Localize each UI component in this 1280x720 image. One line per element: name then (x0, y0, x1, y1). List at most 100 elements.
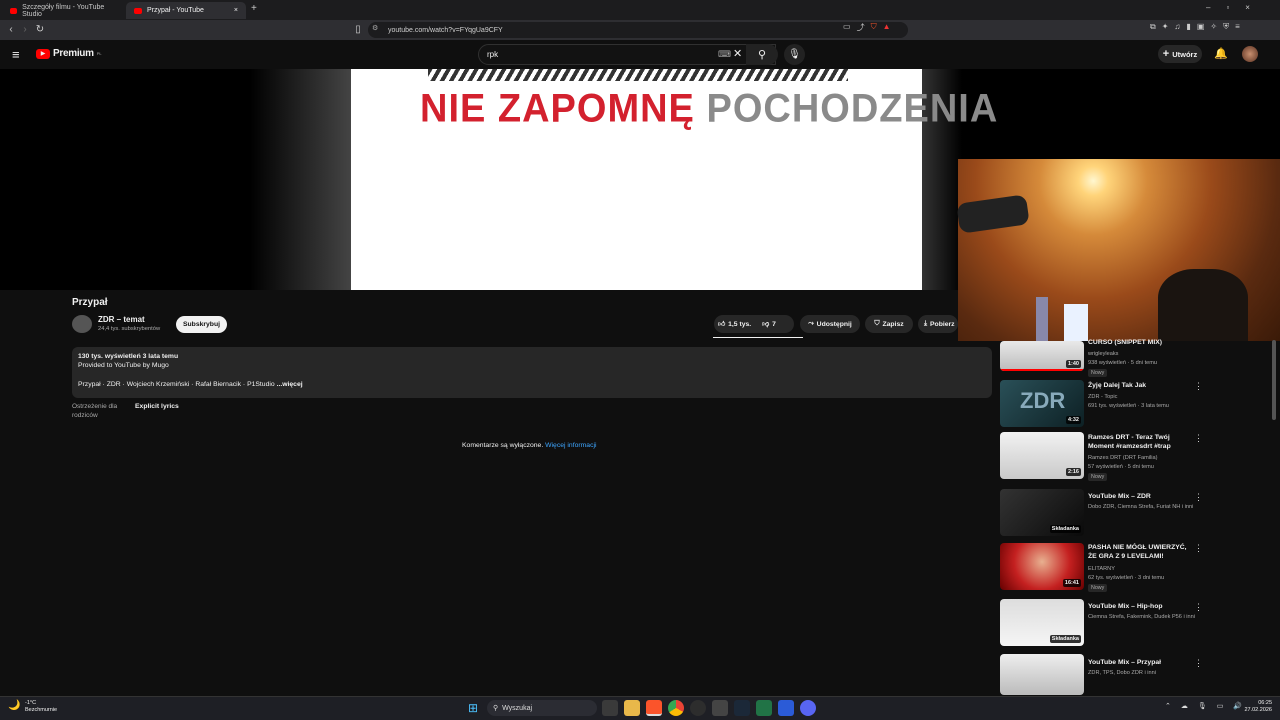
search-input[interactable]: rpk (478, 44, 776, 65)
recommendation-title[interactable]: YouTube Mix – Przypał (1088, 658, 1193, 667)
recommendation-title[interactable]: PASHA NIE MÓGŁ UWIERZYĆ, ŻE GRA Z 9 LEVE… (1088, 543, 1193, 561)
site-info-icon[interactable]: ⚙ (372, 24, 378, 32)
download-button[interactable]: ⤓ Pobierz (918, 315, 958, 333)
notifications-bell-icon[interactable]: 🔔 (1214, 47, 1228, 60)
close-window-button[interactable]: × (1245, 3, 1250, 12)
recommendation-thumbnail[interactable]: ZDR 4:32 (1000, 380, 1084, 427)
avatar[interactable] (1242, 46, 1258, 62)
vpn-icon[interactable]: ⛨ (1223, 22, 1229, 32)
clear-search-icon[interactable]: ✕ (733, 47, 742, 60)
recommendation-channel[interactable]: wrigleyleaks (1088, 350, 1203, 358)
taskbar-search[interactable]: ⚲ Wyszukaj (487, 700, 597, 716)
discord-icon[interactable] (800, 700, 816, 716)
more-actions-icon[interactable]: ⋮ (1194, 433, 1203, 444)
channel-avatar[interactable] (72, 315, 92, 333)
v-app-icon[interactable] (778, 700, 794, 716)
subscribe-button[interactable]: Subskrybuj (176, 316, 227, 333)
recommendation-title[interactable]: Ramzes DRT - Teraz Twój Moment #ramzesdr… (1088, 433, 1193, 451)
youtube-studio-favicon-icon (10, 7, 18, 14)
credits-line: Przypał · ZDR · Wojciech Krzemiński · Ra… (78, 381, 275, 388)
recommendation-thumbnail[interactable]: 1:40 (1000, 341, 1084, 371)
close-tab-icon[interactable]: × (234, 7, 238, 14)
more-actions-icon[interactable]: ⋮ (1194, 658, 1203, 669)
explicit-lyrics-value: Explicit lyrics (135, 403, 179, 410)
more-info-link[interactable]: Więcej informacji (545, 442, 596, 449)
leo-icon[interactable]: ✧ (1210, 22, 1217, 32)
brave-shield-icon[interactable]: ⛉ (871, 22, 877, 33)
voice-search-button[interactable]: 🎙 (784, 44, 805, 65)
windows-start-icon[interactable]: ⊞ (468, 701, 478, 715)
file-explorer-icon[interactable] (624, 700, 640, 716)
minimize-button[interactable]: – (1206, 3, 1210, 12)
cast-icon[interactable]: ▭ (843, 22, 851, 33)
recommendation-channel[interactable]: Ciemna Strefa, Fakemink, Dudek P56 i inn… (1088, 613, 1203, 621)
network-icon[interactable]: ▭ (1217, 702, 1224, 710)
provided-by: Provided to YouTube by Mugo (78, 362, 169, 369)
brave-browser-icon[interactable] (646, 700, 662, 716)
more-actions-icon[interactable]: ⋮ (1194, 492, 1203, 503)
reload-icon[interactable]: ↻ (33, 20, 47, 40)
wallet-icon[interactable]: ▣ (1197, 22, 1205, 32)
youtube-premium-logo[interactable]: ▶ Premium PL (36, 48, 102, 59)
description-box[interactable]: 130 tys. wyświetleń 3 lata temu Provided… (72, 347, 992, 398)
search-button[interactable]: ⚲ (746, 44, 778, 65)
sidebar-scrollbar[interactable] (1272, 340, 1276, 420)
more-actions-icon[interactable]: ⋮ (1194, 543, 1203, 554)
video-title: Przypał (72, 297, 108, 308)
recommendation-title[interactable]: YouTube Mix – Hip-hop (1088, 602, 1193, 611)
parental-warning-label: Ostrzeżenie dla rodziców (72, 403, 118, 419)
hamburger-menu-icon[interactable]: ≡ (12, 47, 20, 62)
like-count[interactable]: 1,5 tys. (728, 321, 751, 328)
tab-studio[interactable]: Szczegóły filmu - YouTube Studio (2, 2, 122, 19)
excel-icon[interactable] (756, 700, 772, 716)
channel-name[interactable]: ZDR – temat (98, 315, 145, 324)
sidebar-icon[interactable]: ▮ (1186, 22, 1190, 32)
more-actions-icon[interactable]: ⋮ (1194, 381, 1203, 392)
steam-icon[interactable] (734, 700, 750, 716)
recommendation-thumbnail[interactable]: 16:41 (1000, 543, 1084, 590)
cloud-icon[interactable]: ☁ (1181, 702, 1188, 710)
keyboard-icon[interactable]: ⌨ (718, 49, 731, 60)
bookmark-icon[interactable]: ▯ (351, 20, 365, 40)
bookmark-save-icon: ⛉ (874, 320, 880, 327)
weather-moon-icon: 🌙 (8, 700, 21, 711)
recommendation-title[interactable]: Żyję Dalej Tak Jak (1088, 381, 1193, 390)
music-icon[interactable]: ♫ (1174, 22, 1180, 32)
back-icon[interactable]: ‹ (4, 20, 18, 40)
mic-tray-icon[interactable]: 🎙 (1198, 702, 1207, 710)
app-icon[interactable] (712, 700, 728, 716)
recommendation-thumbnail[interactable]: Składanka (1000, 599, 1084, 646)
recommendation-channel[interactable]: ZDR - Topic (1088, 393, 1203, 401)
create-button[interactable]: + Utwórz (1158, 45, 1202, 63)
chevron-up-icon[interactable]: ⌃ (1165, 702, 1171, 710)
recommendation-channel[interactable]: ELITARNY (1088, 565, 1203, 573)
puzzle-icon[interactable]: ✦ (1162, 22, 1169, 32)
more-link[interactable]: ...więcej (277, 381, 303, 388)
menu-icon[interactable]: ≡ (1235, 22, 1240, 32)
recommendation-channel[interactable]: Dobo ZDR, Ciemna Strefa, Furiat NH i inn… (1088, 503, 1203, 511)
share-button[interactable]: ⤳ Udostępnij (800, 315, 860, 333)
url-bar[interactable]: youtube.com/watch?v=FYqgUa9CFY (368, 22, 908, 38)
chrome-icon[interactable] (668, 700, 684, 716)
recommendation-thumbnail[interactable]: 2:16 (1000, 432, 1084, 479)
forward-icon[interactable]: › (18, 20, 32, 40)
recommendation-channel[interactable]: ZDR, TPS, Dobo ZDR i inni (1088, 669, 1203, 677)
tab-przypal[interactable]: Przypał - YouTube × (126, 2, 246, 19)
recommendation-channel[interactable]: Ramzes DRT (DRT Familia) (1088, 454, 1203, 462)
recommendation-thumbnail[interactable] (1000, 654, 1084, 695)
maximize-button[interactable]: ▫ (1226, 3, 1229, 12)
save-button[interactable]: ⛉ Zapisz (865, 315, 913, 333)
obs-icon[interactable] (690, 700, 706, 716)
recommendation-title[interactable]: CURSO (SNIPPET MIX) (1088, 338, 1193, 347)
clock[interactable]: 06:25 27.02.2026 (1240, 700, 1272, 714)
extensions-icon[interactable]: ⧉ (1150, 22, 1156, 32)
recommendation-thumbnail[interactable]: Składanka (1000, 489, 1084, 536)
recommendation-title[interactable]: YouTube Mix – ZDR (1088, 492, 1193, 501)
share-page-icon[interactable]: ⤴ (857, 22, 865, 33)
weather-widget[interactable]: -1°C Bezchmurnie (25, 700, 57, 714)
more-actions-icon[interactable]: ⋮ (1194, 602, 1203, 613)
thumbs-down-icon[interactable]: 👎︎ (762, 320, 769, 328)
rewards-icon[interactable]: ▲ (883, 22, 891, 33)
new-tab-button[interactable]: + (251, 3, 257, 14)
task-view-icon[interactable] (602, 700, 618, 716)
